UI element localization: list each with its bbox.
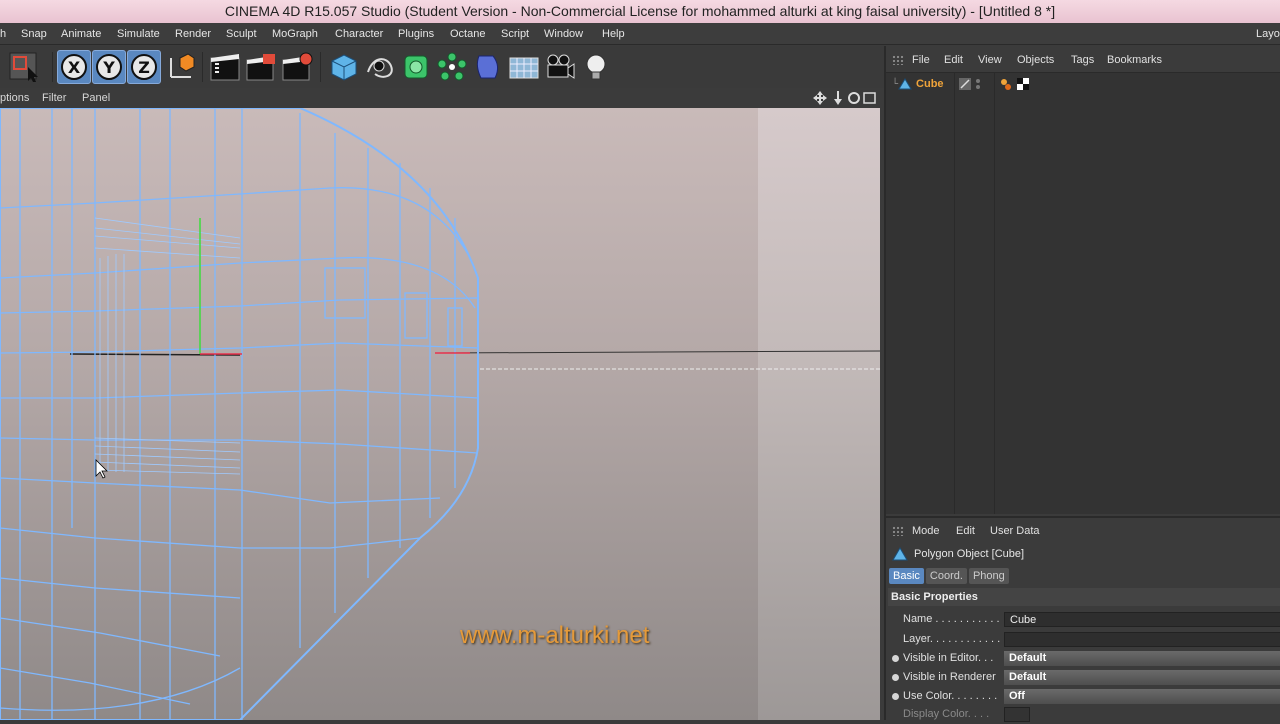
property-visible-in-renderer: Visible in Renderer Default: [886, 668, 1280, 687]
om-menu-bookmarks[interactable]: Bookmarks: [1107, 49, 1162, 71]
menu-item-snap[interactable]: Snap: [21, 23, 47, 45]
menu-item-octane[interactable]: Octane: [450, 23, 485, 45]
texture-tag-icon[interactable]: [1016, 77, 1030, 91]
om-menu-edit[interactable]: Edit: [944, 49, 963, 71]
x-axis-lock-button[interactable]: X: [57, 50, 91, 84]
property-visible-in-editor: Visible in Editor. . . Default: [886, 649, 1280, 668]
viewport-menubar: ptions Filter Panel: [0, 88, 880, 108]
layer-visibility-icon[interactable]: [958, 77, 972, 91]
animation-bullet-icon[interactable]: [892, 693, 899, 700]
menu-item-h[interactable]: h: [0, 23, 6, 45]
viewport-menu-panel[interactable]: Panel: [82, 88, 110, 108]
menu-item-help[interactable]: Help: [602, 23, 625, 45]
object-name-cube: Cube: [916, 78, 944, 90]
menu-item-animate[interactable]: Animate: [61, 23, 101, 45]
object-manager-menubar: File Edit View Objects Tags Bookmarks: [886, 49, 1280, 71]
property-display-color: Display Color. . . .: [886, 705, 1280, 724]
y-axis-icon: Y: [96, 54, 122, 80]
wireframe-mesh: [0, 108, 880, 720]
am-menu-edit[interactable]: Edit: [956, 520, 975, 542]
right-panel: File Edit View Objects Tags Bookmarks └ …: [884, 46, 1280, 722]
menu-item-mograph[interactable]: MoGraph: [272, 23, 318, 45]
tab-phong[interactable]: Phong: [968, 568, 1009, 584]
edit-render-settings-icon[interactable]: [280, 50, 314, 84]
attribute-title: Polygon Object [Cube]: [892, 544, 1024, 564]
menu-item-render[interactable]: Render: [175, 23, 211, 45]
om-menu-file[interactable]: File: [912, 49, 930, 71]
window-title: CINEMA 4D R15.057 Studio (Student Versio…: [0, 0, 1280, 23]
property-name: Name . . . . . . . . . . . Cube: [886, 610, 1280, 629]
y-axis-lock-button[interactable]: Y: [92, 50, 126, 84]
deformer-icon[interactable]: [471, 50, 505, 84]
floor-icon[interactable]: [507, 50, 541, 84]
menu-item-sculpt[interactable]: Sculpt: [226, 23, 257, 45]
property-layer: Layer. . . . . . . . . . . .: [886, 630, 1280, 649]
z-axis-lock-button[interactable]: Z: [127, 50, 161, 84]
camera-icon[interactable]: [543, 50, 577, 84]
polygon-object-icon: [892, 547, 908, 561]
tab-basic[interactable]: Basic: [889, 568, 924, 584]
coordinate-system-icon[interactable]: [164, 50, 198, 84]
watermark-text: www.m-alturki.net: [460, 622, 650, 649]
viewport-menu-filter[interactable]: Filter: [42, 88, 66, 108]
om-menu-tags[interactable]: Tags: [1071, 49, 1094, 71]
subdivision-surface-icon[interactable]: [399, 50, 433, 84]
menu-item-simulate[interactable]: Simulate: [117, 23, 160, 45]
property-use-color: Use Color. . . . . . . . Off: [886, 687, 1280, 706]
menu-item-plugins[interactable]: Plugins: [398, 23, 434, 45]
visible-in-editor-dropdown[interactable]: Default: [1004, 651, 1280, 666]
array-icon[interactable]: [435, 50, 469, 84]
om-menu-view[interactable]: View: [978, 49, 1002, 71]
visible-in-renderer-dropdown[interactable]: Default: [1004, 670, 1280, 685]
light-icon[interactable]: [579, 50, 613, 84]
layout-menu[interactable]: Layo: [1256, 23, 1280, 45]
am-menu-user-data[interactable]: User Data: [990, 520, 1040, 542]
main-toolbar: X Y Z: [0, 46, 884, 88]
grip-icon[interactable]: [892, 55, 904, 65]
menu-item-script[interactable]: Script: [501, 23, 529, 45]
attribute-manager-menubar: Mode Edit User Data: [886, 520, 1280, 542]
main-menubar: h Snap Animate Simulate Render Sculpt Mo…: [0, 23, 1280, 45]
menu-item-window[interactable]: Window: [544, 23, 583, 45]
attribute-tabs: Basic Coord. Phong: [889, 568, 1009, 584]
attribute-manager: Mode Edit User Data Polygon Object [Cube…: [886, 516, 1280, 722]
om-menu-objects[interactable]: Objects: [1017, 49, 1054, 71]
spline-pen-icon[interactable]: [363, 50, 397, 84]
editor-render-dots-icon[interactable]: [974, 77, 982, 91]
menu-item-character[interactable]: Character: [335, 23, 383, 45]
cube-primitive-icon[interactable]: [327, 50, 361, 84]
render-region-icon[interactable]: [4, 50, 44, 84]
polygon-object-icon: [898, 78, 912, 90]
viewport-menu-options[interactable]: ptions: [0, 88, 29, 108]
viewport-navigation-icons[interactable]: [813, 91, 877, 105]
z-axis-icon: Z: [131, 54, 157, 80]
phong-tag-icon[interactable]: [999, 77, 1013, 91]
section-basic-properties: Basic Properties: [888, 588, 1280, 606]
x-axis-icon: X: [61, 54, 87, 80]
use-color-dropdown[interactable]: Off: [1004, 689, 1280, 704]
object-manager-list[interactable]: └ Cube: [886, 72, 1280, 514]
tab-coord[interactable]: Coord.: [925, 568, 967, 584]
render-view-icon[interactable]: [208, 50, 242, 84]
am-menu-mode[interactable]: Mode: [912, 520, 940, 542]
name-field[interactable]: Cube: [1004, 612, 1280, 627]
animation-bullet-icon[interactable]: [892, 674, 899, 681]
animation-bullet-icon[interactable]: [892, 655, 899, 662]
object-row-cube[interactable]: └ Cube: [892, 76, 1029, 92]
grip-icon[interactable]: [892, 526, 904, 536]
viewport-3d[interactable]: www.m-alturki.net: [0, 108, 880, 720]
attribute-object-title: Polygon Object [Cube]: [914, 548, 1025, 560]
render-picture-viewer-icon[interactable]: [244, 50, 278, 84]
layer-field[interactable]: [1004, 632, 1280, 647]
